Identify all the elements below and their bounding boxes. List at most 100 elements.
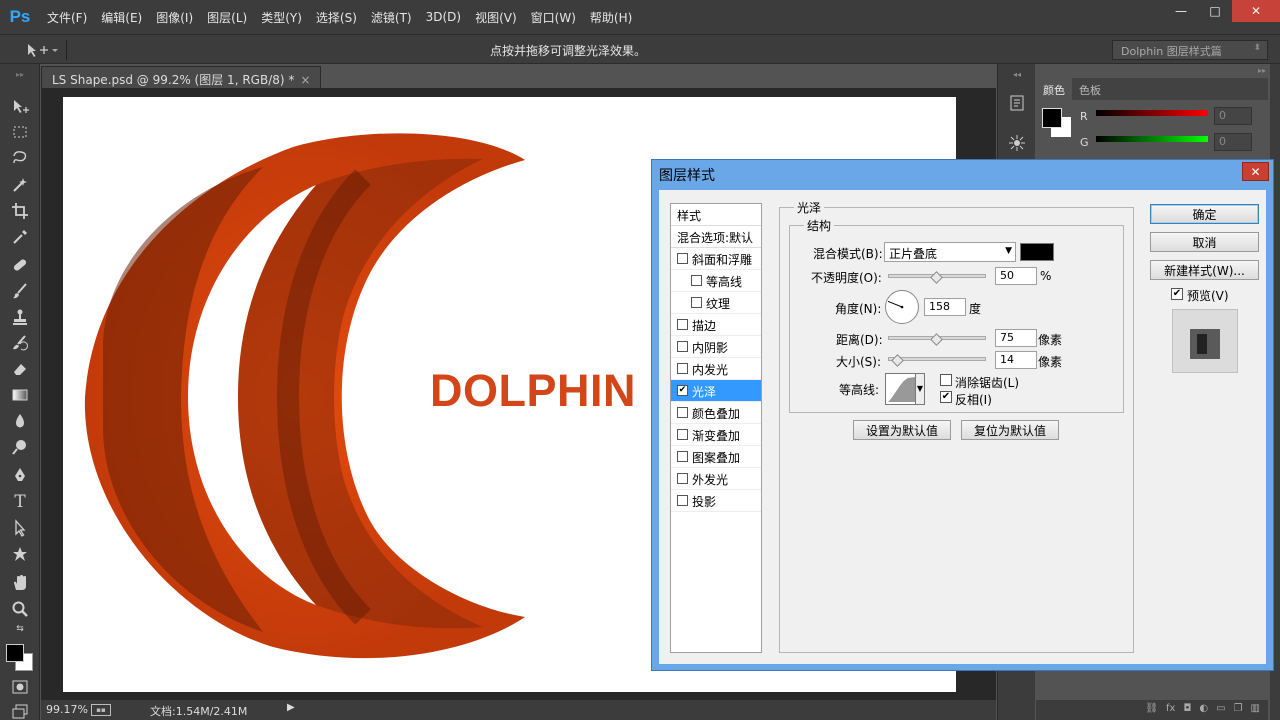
style-item-checkbox[interactable]: [691, 275, 702, 286]
style-item-checkbox[interactable]: [677, 319, 688, 330]
custom-shape-tool-icon[interactable]: [8, 543, 32, 565]
menu-item[interactable]: 编辑(E): [94, 9, 149, 26]
style-item[interactable]: 内阴影: [671, 336, 761, 358]
screen-mode-icon[interactable]: [8, 700, 32, 720]
satin-color-swatch[interactable]: [1020, 243, 1054, 261]
menu-item[interactable]: 帮助(H): [583, 9, 639, 26]
style-item[interactable]: 外发光: [671, 468, 761, 490]
menu-item[interactable]: 图像(I): [149, 9, 200, 26]
minimize-button[interactable]: —: [1164, 0, 1198, 22]
restore-button[interactable]: □: [1198, 0, 1232, 22]
lasso-tool-icon[interactable]: [8, 147, 32, 169]
menu-item[interactable]: 滤镜(T): [364, 9, 419, 26]
style-item-checkbox[interactable]: [677, 473, 688, 484]
mask-icon[interactable]: ◘: [1183, 703, 1191, 720]
style-item[interactable]: 投影: [671, 490, 761, 512]
adjustment-icon[interactable]: ◐: [1199, 703, 1208, 720]
history-panel-icon[interactable]: [1006, 92, 1028, 114]
size-input[interactable]: 14: [995, 351, 1037, 369]
brush-tool-icon[interactable]: [8, 280, 32, 302]
crop-tool-icon[interactable]: [8, 200, 32, 222]
dock-collapse-icon[interactable]: ◂◂: [1006, 68, 1028, 80]
history-brush-tool-icon[interactable]: [8, 332, 32, 354]
contour-dropdown-icon[interactable]: ▼: [915, 373, 925, 405]
preview-label[interactable]: 预览(V): [1187, 287, 1229, 304]
zoom-level[interactable]: 99.17%: [46, 703, 88, 716]
style-item-checkbox[interactable]: [677, 341, 688, 352]
close-tab-icon[interactable]: ×: [300, 73, 310, 87]
gradient-tool-icon[interactable]: [8, 384, 32, 406]
preview-checkbox[interactable]: ✔: [1171, 288, 1183, 300]
style-item[interactable]: 纹理: [671, 292, 761, 314]
type-tool-icon[interactable]: T: [8, 491, 32, 513]
tool-preset-picker[interactable]: [22, 41, 58, 59]
toolbar-grip-icon[interactable]: ▸▸: [8, 70, 32, 79]
invert-checkbox[interactable]: ✔: [940, 391, 952, 403]
angle-dial[interactable]: [885, 290, 919, 324]
style-item-checkbox[interactable]: [691, 297, 702, 308]
anti-alias-checkbox[interactable]: [940, 374, 952, 386]
styles-header[interactable]: 样式: [671, 204, 761, 226]
properties-panel-icon[interactable]: [1006, 132, 1028, 154]
menu-item[interactable]: 文件(F): [40, 9, 94, 26]
eraser-tool-icon[interactable]: [8, 358, 32, 380]
style-item-checkbox[interactable]: [677, 363, 688, 374]
pen-tool-icon[interactable]: [8, 464, 32, 486]
move-tool-icon[interactable]: [8, 96, 32, 118]
zoom-tool-icon[interactable]: [8, 598, 32, 620]
menu-item[interactable]: 窗口(W): [524, 9, 583, 26]
swap-colors-icon[interactable]: ⇆: [8, 622, 32, 636]
dialog-close-button[interactable]: ✕: [1242, 162, 1269, 181]
path-selection-tool-icon[interactable]: [8, 517, 32, 539]
style-item[interactable]: 图案叠加: [671, 446, 761, 468]
style-item-checkbox[interactable]: [677, 253, 688, 264]
foreground-color-swatch[interactable]: [6, 644, 24, 662]
style-item[interactable]: 斜面和浮雕: [671, 248, 761, 270]
angle-input[interactable]: 158: [924, 298, 966, 316]
opacity-input[interactable]: 50: [995, 267, 1037, 285]
workspace-select[interactable]: Dolphin 图层样式篇 ⬍: [1112, 40, 1268, 60]
menu-item[interactable]: 视图(V): [468, 9, 524, 26]
fx-icon[interactable]: fx: [1166, 703, 1175, 720]
new-layer-icon[interactable]: ❐: [1234, 703, 1243, 720]
invert-label[interactable]: 反相(I): [955, 391, 992, 408]
document-tab[interactable]: LS Shape.psd @ 99.2% (图层 1, RGB/8) * ×: [41, 66, 322, 88]
close-window-button[interactable]: ✕: [1232, 0, 1280, 22]
link-icon[interactable]: ⛓: [1145, 703, 1158, 720]
style-item[interactable]: ✔ 光泽: [671, 380, 761, 402]
hand-tool-icon[interactable]: [8, 572, 32, 594]
style-item-checkbox[interactable]: [677, 429, 688, 440]
tab-color[interactable]: 颜色: [1036, 78, 1072, 100]
style-item[interactable]: 等高线: [671, 270, 761, 292]
blur-tool-icon[interactable]: [8, 410, 32, 432]
magic-wand-tool-icon[interactable]: [8, 174, 32, 196]
menu-item[interactable]: 图层(L): [200, 9, 254, 26]
menu-item[interactable]: 3D(D): [419, 10, 468, 24]
marquee-tool-icon[interactable]: [8, 121, 32, 143]
quick-mask-icon[interactable]: [8, 676, 32, 698]
dock-expand-icon[interactable]: ▸▸: [1258, 66, 1266, 75]
clone-stamp-tool-icon[interactable]: [8, 306, 32, 328]
style-item-checkbox[interactable]: [677, 451, 688, 462]
make-default-button[interactable]: 设置为默认值: [853, 420, 951, 440]
panel-foreground-swatch[interactable]: [1042, 108, 1062, 128]
blending-options-item[interactable]: 混合选项:默认: [671, 226, 761, 248]
eyedropper-tool-icon[interactable]: [8, 226, 32, 248]
style-item[interactable]: 内发光: [671, 358, 761, 380]
menu-item[interactable]: 选择(S): [309, 9, 364, 26]
distance-input[interactable]: 75: [995, 329, 1037, 347]
slider-g[interactable]: [1096, 136, 1208, 142]
tab-swatches[interactable]: 色板: [1072, 78, 1108, 100]
style-item[interactable]: 颜色叠加: [671, 402, 761, 424]
dodge-tool-icon[interactable]: [8, 436, 32, 458]
new-style-button[interactable]: 新建样式(W)...: [1150, 260, 1259, 280]
healing-brush-tool-icon[interactable]: [8, 254, 32, 276]
trash-icon[interactable]: ▥: [1251, 703, 1260, 720]
status-menu-arrow-icon[interactable]: ▶: [287, 702, 295, 713]
reset-default-button[interactable]: 复位为默认值: [961, 420, 1059, 440]
value-g[interactable]: 0: [1214, 133, 1252, 151]
ok-button[interactable]: 确定: [1150, 204, 1259, 224]
style-item[interactable]: 描边: [671, 314, 761, 336]
anti-alias-label[interactable]: 消除锯齿(L): [955, 374, 1019, 391]
style-item-checkbox[interactable]: ✔: [677, 385, 688, 396]
